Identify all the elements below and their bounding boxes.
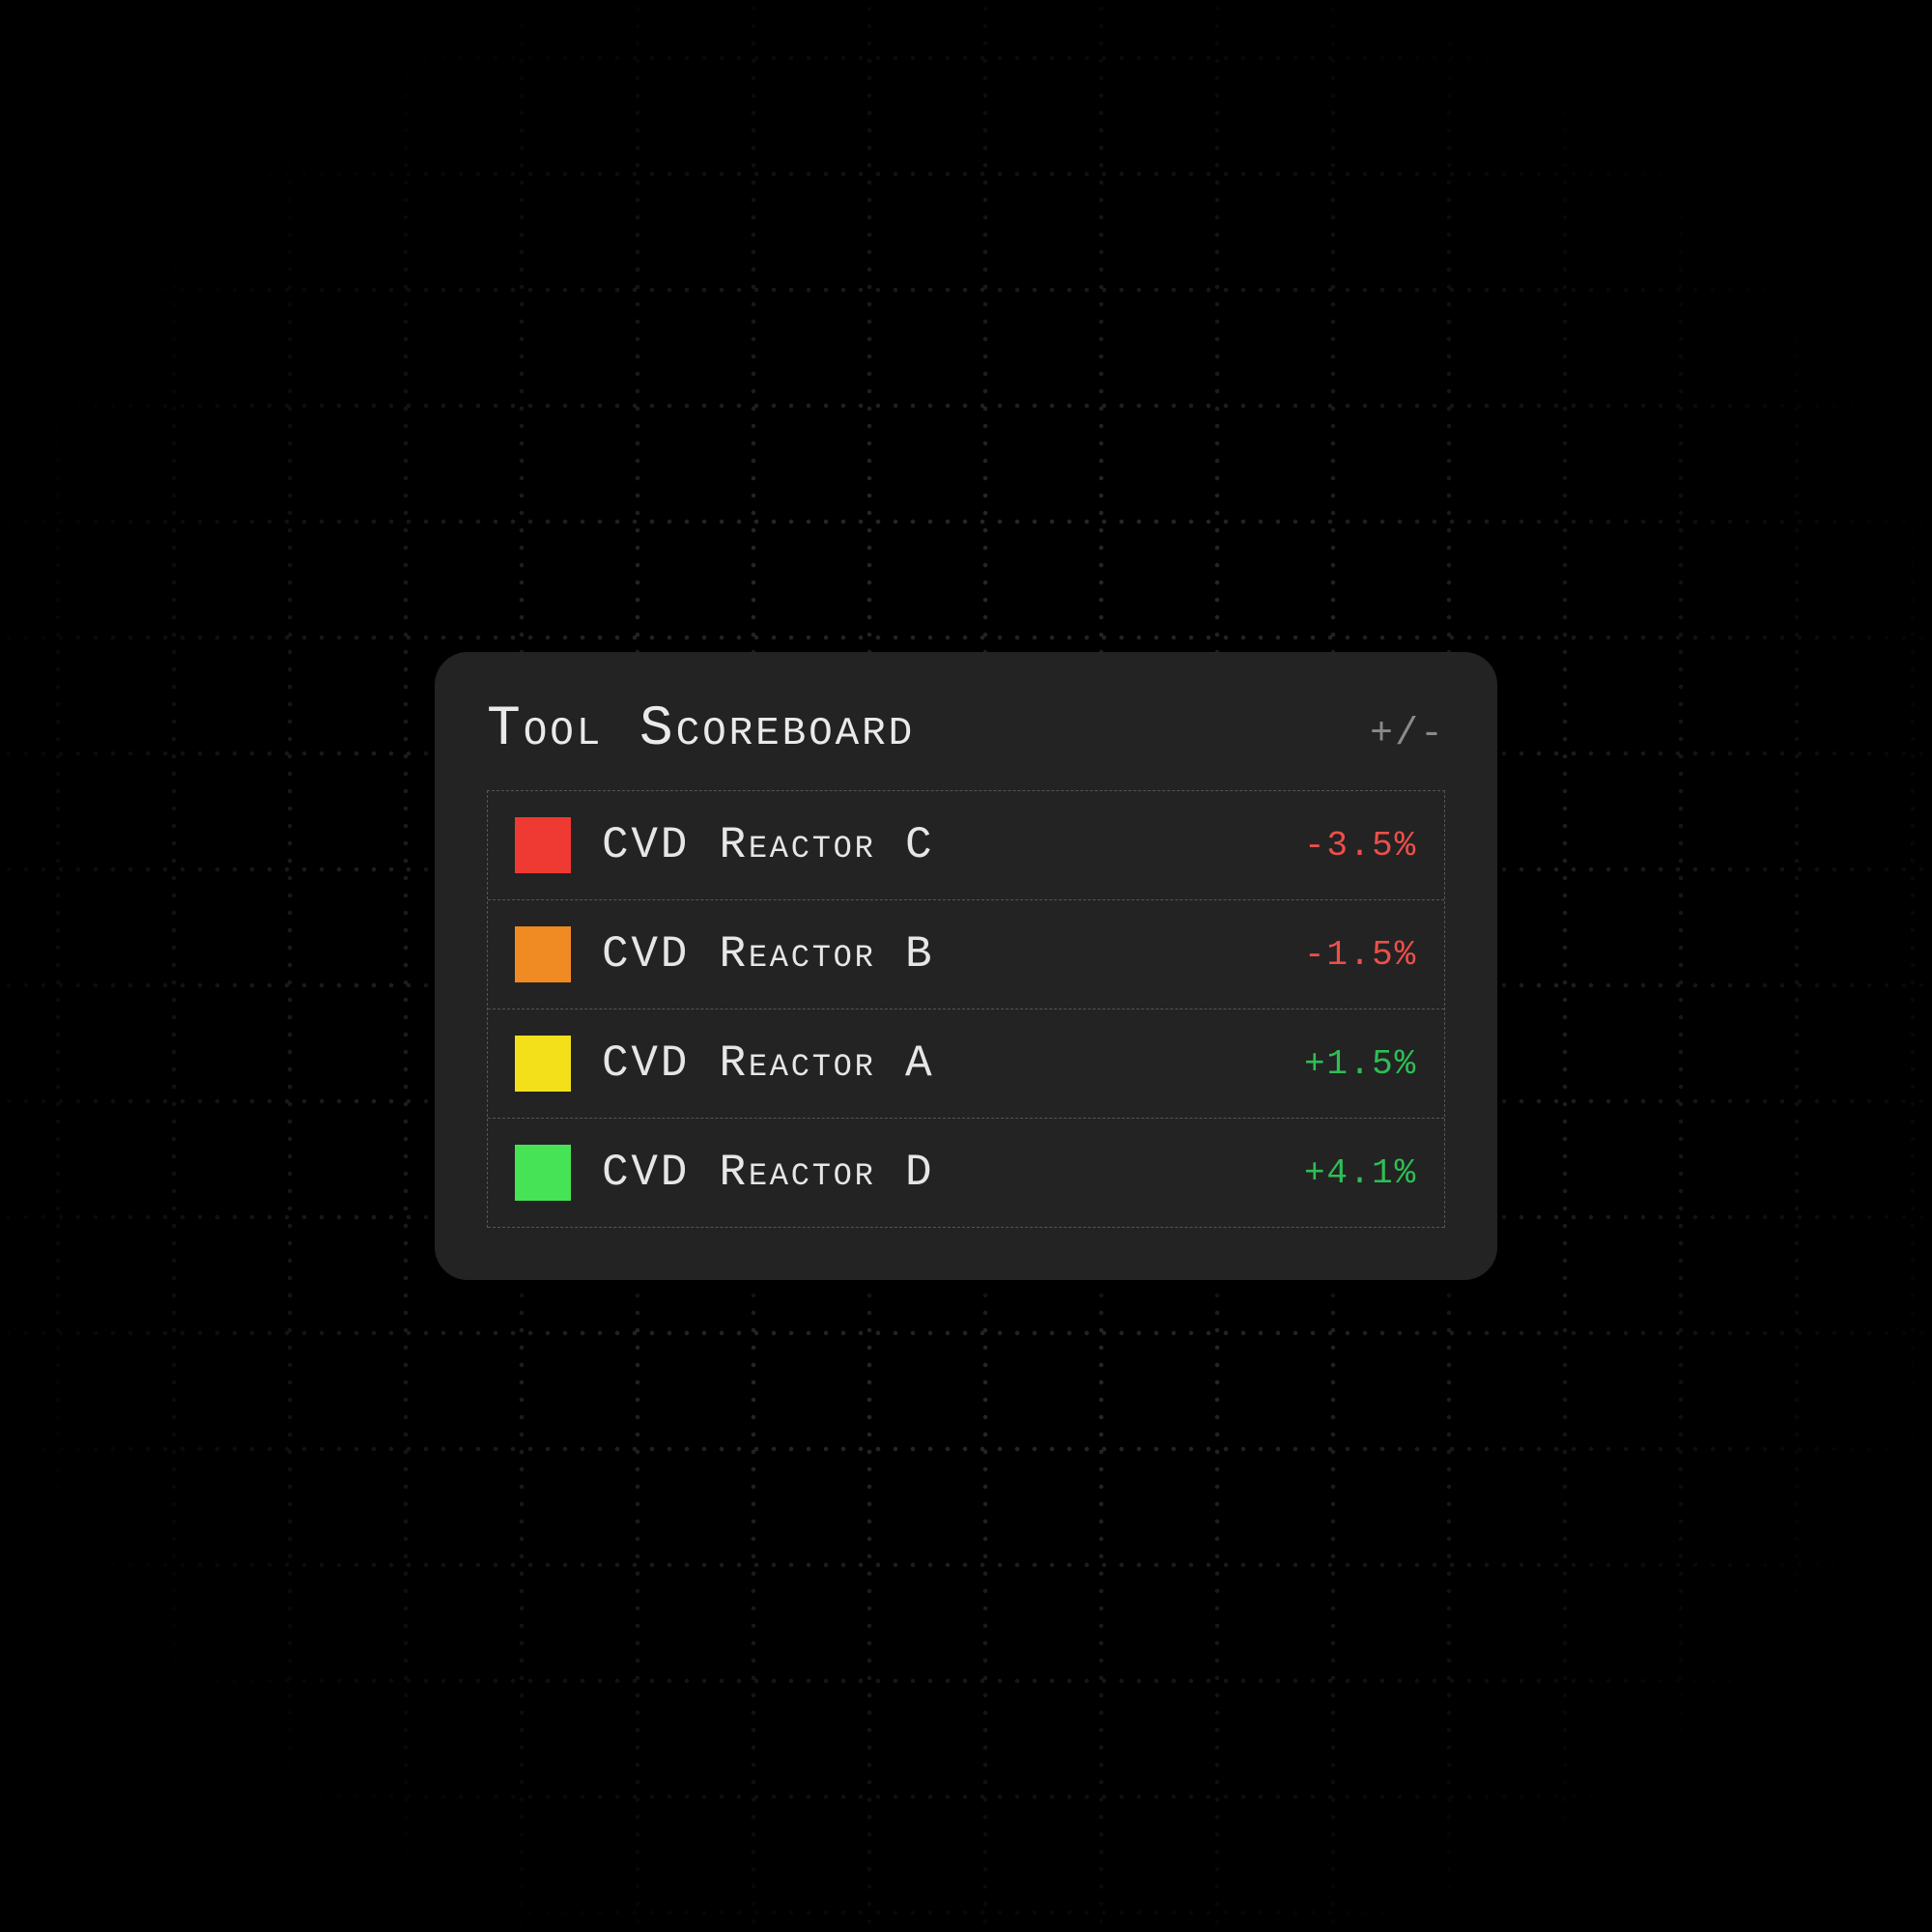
scoreboard-rows: CVD Reactor C -3.5% CVD Reactor B -1.5% … (487, 790, 1445, 1228)
row-value: +1.5% (1304, 1044, 1417, 1084)
panel-metric-label: +/- (1370, 713, 1445, 756)
row-value: -3.5% (1304, 826, 1417, 866)
scoreboard-row[interactable]: CVD Reactor B -1.5% (488, 900, 1444, 1009)
panel-header: Tool Scoreboard +/- (487, 698, 1445, 761)
row-label: CVD Reactor B (602, 929, 1273, 980)
status-swatch-icon (515, 817, 571, 873)
scoreboard-row[interactable]: CVD Reactor C -3.5% (488, 791, 1444, 900)
row-value: -1.5% (1304, 935, 1417, 975)
row-label: CVD Reactor A (602, 1038, 1273, 1089)
status-swatch-icon (515, 1036, 571, 1092)
status-swatch-icon (515, 1145, 571, 1201)
row-value: +4.1% (1304, 1153, 1417, 1193)
scoreboard-row[interactable]: CVD Reactor D +4.1% (488, 1119, 1444, 1228)
row-label: CVD Reactor C (602, 820, 1273, 870)
scoreboard-row[interactable]: CVD Reactor A +1.5% (488, 1009, 1444, 1119)
row-label: CVD Reactor D (602, 1148, 1273, 1198)
tool-scoreboard-panel: Tool Scoreboard +/- CVD Reactor C -3.5% … (435, 652, 1497, 1280)
panel-title: Tool Scoreboard (487, 698, 915, 761)
status-swatch-icon (515, 926, 571, 982)
